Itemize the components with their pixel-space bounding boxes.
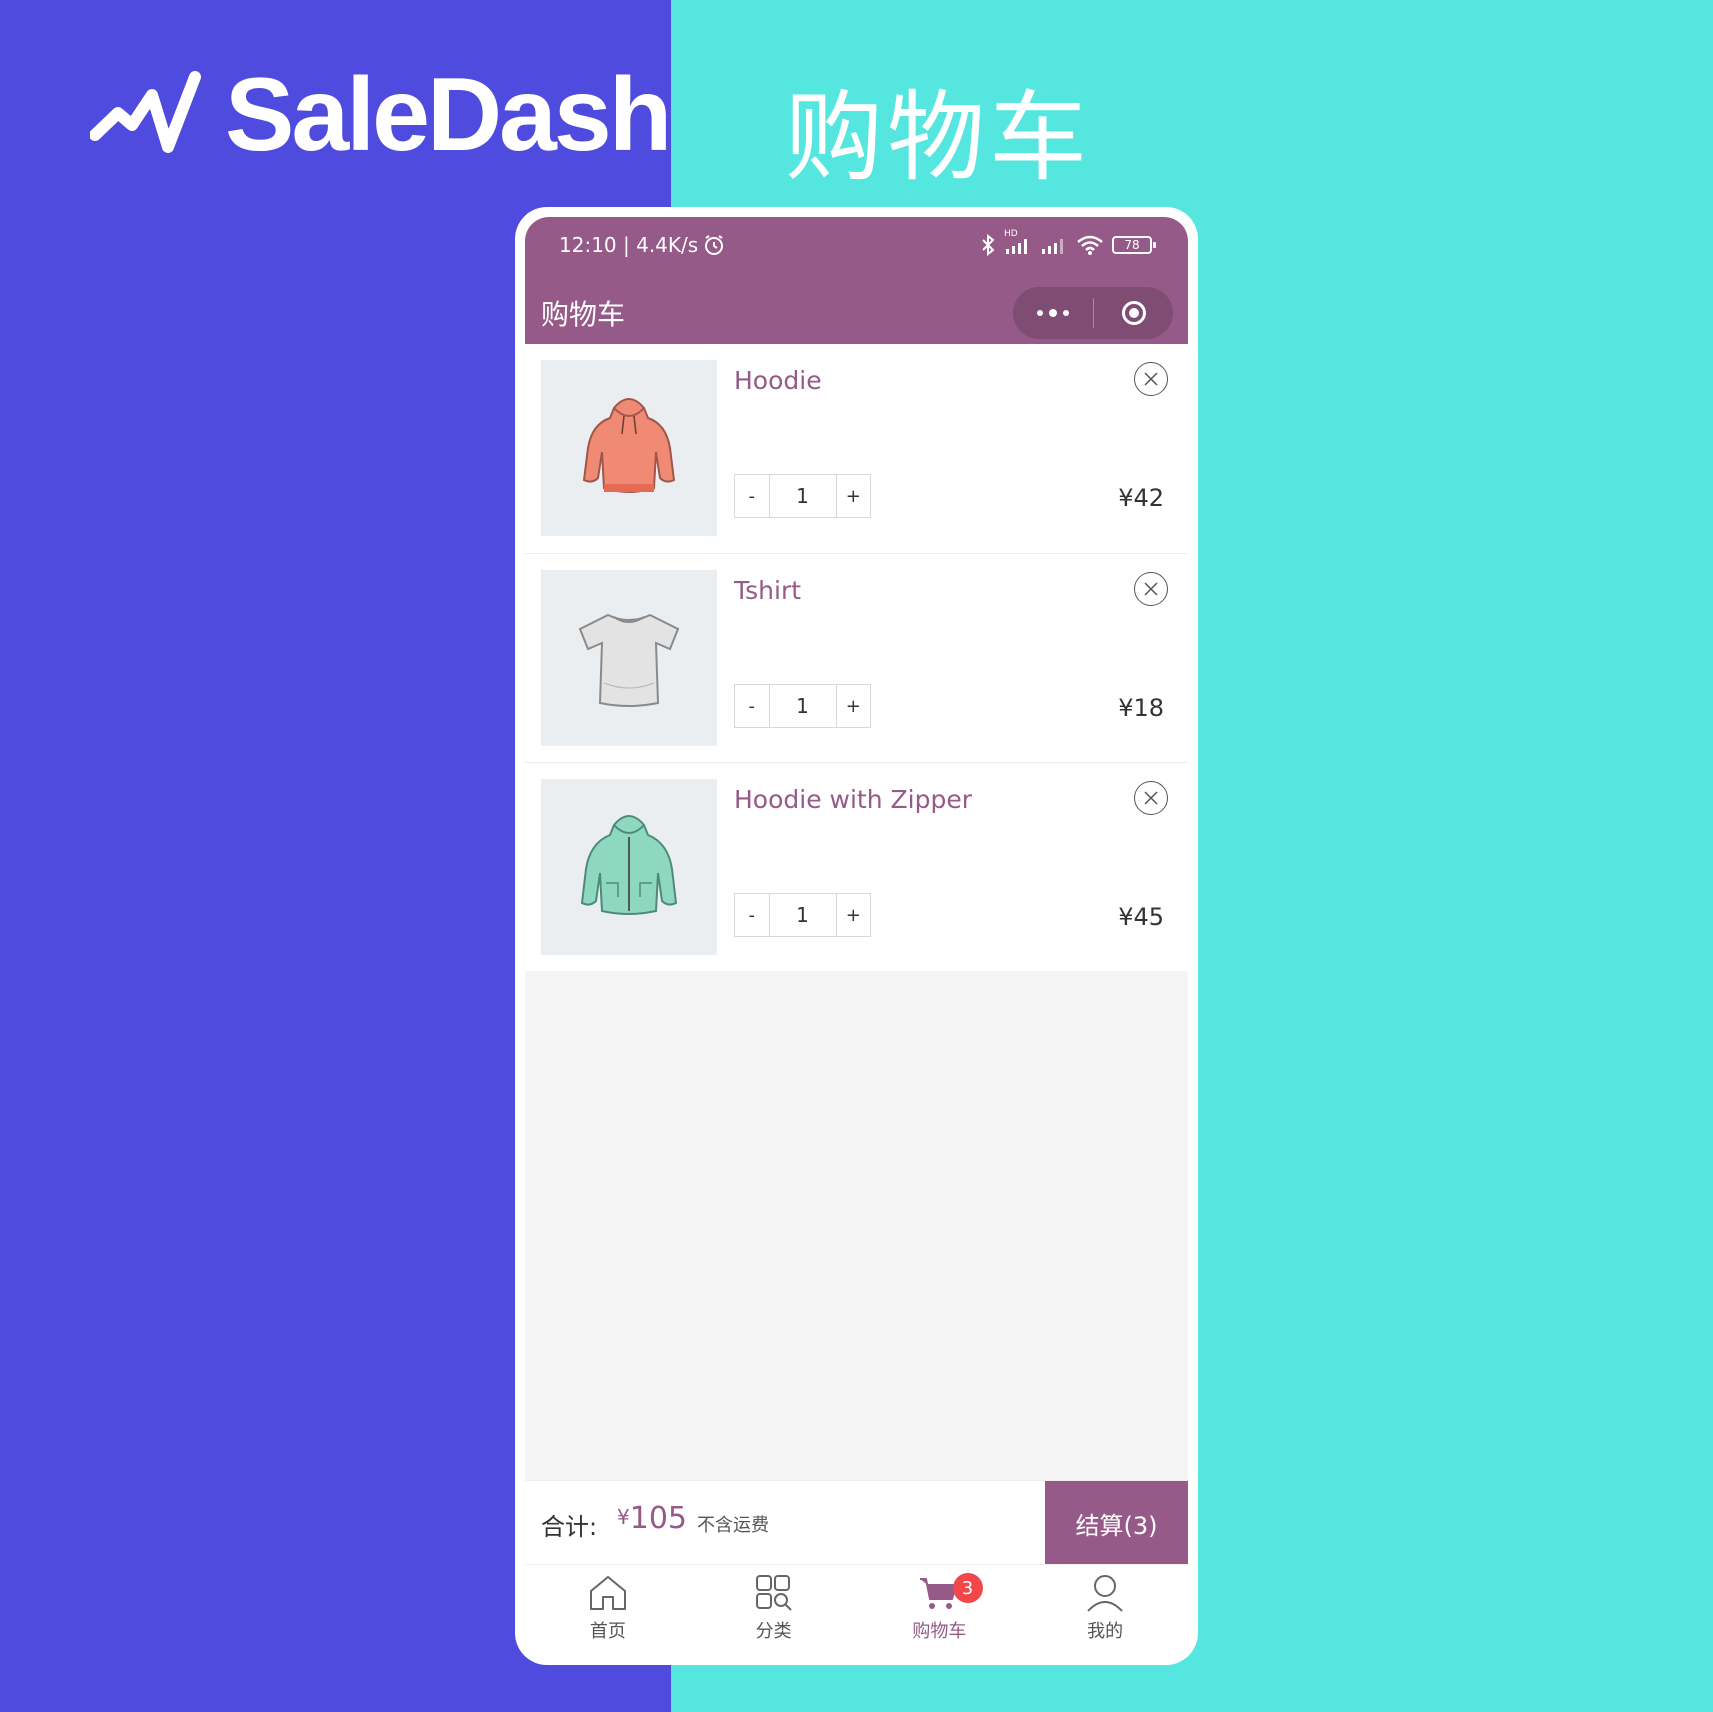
product-image-hoodie-zipper[interactable]: [541, 779, 717, 955]
signal-hd: HD: [1004, 229, 1032, 255]
close-miniprogram-button[interactable]: [1094, 287, 1173, 339]
total-label: 合计:: [541, 1513, 598, 1541]
navbar: 购物车: [525, 277, 1188, 344]
cart-list: Hoodie - 1 + ¥42 Tshirt - 1 + ¥18 Hoodie…: [525, 344, 1188, 973]
product-price: ¥45: [1118, 903, 1164, 931]
tab-home[interactable]: 首页: [525, 1565, 691, 1655]
phone-screen: 12:10 | 4.4K/s HD 78 购物车 Hoodie - 1 + ¥4…: [525, 217, 1188, 1655]
signal-icon-2: [1042, 239, 1063, 254]
cart-badge: 3: [952, 1573, 983, 1603]
status-right: HD 78: [980, 229, 1156, 257]
quantity-stepper: - 1 +: [734, 474, 871, 518]
battery-icon: 78: [1112, 236, 1156, 254]
increase-button[interactable]: +: [837, 894, 871, 936]
remove-item-button[interactable]: [1134, 362, 1168, 396]
hero-title: 购物车: [785, 81, 1092, 195]
alarm-icon: [705, 235, 724, 255]
remove-item-button[interactable]: [1134, 572, 1168, 606]
wifi-icon: [1077, 235, 1103, 255]
currency-symbol: ¥: [617, 1505, 630, 1529]
brand-logo: SaleDash: [90, 57, 672, 173]
tshirt-image: [578, 613, 680, 707]
decrease-button[interactable]: -: [735, 894, 769, 936]
category-icon: [755, 1575, 792, 1611]
total-amount: ¥105: [617, 1501, 687, 1536]
home-icon: [589, 1576, 626, 1610]
total-value: 105: [629, 1501, 687, 1536]
quantity-stepper: - 1 +: [734, 893, 871, 937]
tab-label: 首页: [589, 1621, 626, 1642]
tab-profile[interactable]: 我的: [1022, 1565, 1188, 1655]
more-dot-icon: [1049, 309, 1057, 317]
shipping-note: 不含运费: [697, 1515, 769, 1536]
tab-cart[interactable]: 3 购物车: [857, 1565, 1023, 1655]
target-dot: [1128, 308, 1139, 318]
capsule-menu: [1013, 287, 1173, 339]
product-name[interactable]: Hoodie with Zipper: [734, 785, 972, 814]
quantity-input[interactable]: 1: [768, 475, 837, 517]
tab-bar: 首页 分类 3 购物车 我的: [525, 1564, 1188, 1655]
decrease-button[interactable]: -: [735, 475, 769, 517]
close-icon: [1144, 372, 1158, 386]
product-name[interactable]: Hoodie: [734, 366, 822, 395]
tab-label: 购物车: [912, 1621, 967, 1642]
status-left: 12:10 | 4.4K/s: [559, 233, 726, 257]
checkout-button[interactable]: 结算(3): [1045, 1481, 1188, 1565]
phone-frame: 12:10 | 4.4K/s HD 78 购物车 Hoodie - 1 + ¥4…: [515, 207, 1198, 1665]
bluetooth-icon: [982, 233, 995, 257]
cart-item: Hoodie - 1 + ¥42: [525, 344, 1188, 554]
cart-item: Hoodie with Zipper - 1 + ¥45: [525, 763, 1188, 973]
more-button[interactable]: [1013, 287, 1093, 339]
checkout-bar: 合计: ¥105 不含运费 结算(3): [525, 1480, 1188, 1565]
hd-label: HD: [1004, 229, 1018, 239]
hoodie-zipper-image: [580, 815, 678, 915]
cart-item: Tshirt - 1 + ¥18: [525, 554, 1188, 763]
empty-area: [525, 971, 1188, 1480]
hoodie-image: [582, 398, 676, 493]
status-bar: 12:10 | 4.4K/s HD 78: [525, 217, 1188, 277]
page-title: 购物车: [541, 298, 626, 331]
close-icon: [1144, 582, 1158, 596]
more-dot-icon: [1063, 310, 1069, 316]
close-icon: [1144, 791, 1158, 805]
product-image-hoodie[interactable]: [541, 360, 717, 536]
remove-item-button[interactable]: [1134, 781, 1168, 815]
target-icon: [1121, 301, 1146, 325]
quantity-input[interactable]: 1: [768, 894, 837, 936]
decrease-button[interactable]: -: [735, 685, 769, 727]
more-dot-icon: [1037, 310, 1043, 316]
status-time: 12:10 | 4.4K/s: [559, 233, 699, 257]
product-name[interactable]: Tshirt: [734, 576, 801, 605]
battery-level: 78: [1124, 238, 1140, 252]
product-price: ¥42: [1118, 484, 1164, 512]
user-icon: [1087, 1575, 1123, 1612]
increase-button[interactable]: +: [837, 685, 871, 727]
increase-button[interactable]: +: [837, 475, 871, 517]
trend-line-icon: [90, 71, 201, 153]
brand-name: SaleDash: [225, 56, 672, 173]
tab-label: 分类: [755, 1621, 792, 1642]
tab-category[interactable]: 分类: [691, 1565, 857, 1655]
quantity-input[interactable]: 1: [768, 685, 837, 727]
product-price: ¥18: [1118, 694, 1164, 722]
tab-label: 我的: [1087, 1621, 1124, 1642]
product-image-tshirt[interactable]: [541, 570, 717, 746]
quantity-stepper: - 1 +: [734, 684, 871, 728]
